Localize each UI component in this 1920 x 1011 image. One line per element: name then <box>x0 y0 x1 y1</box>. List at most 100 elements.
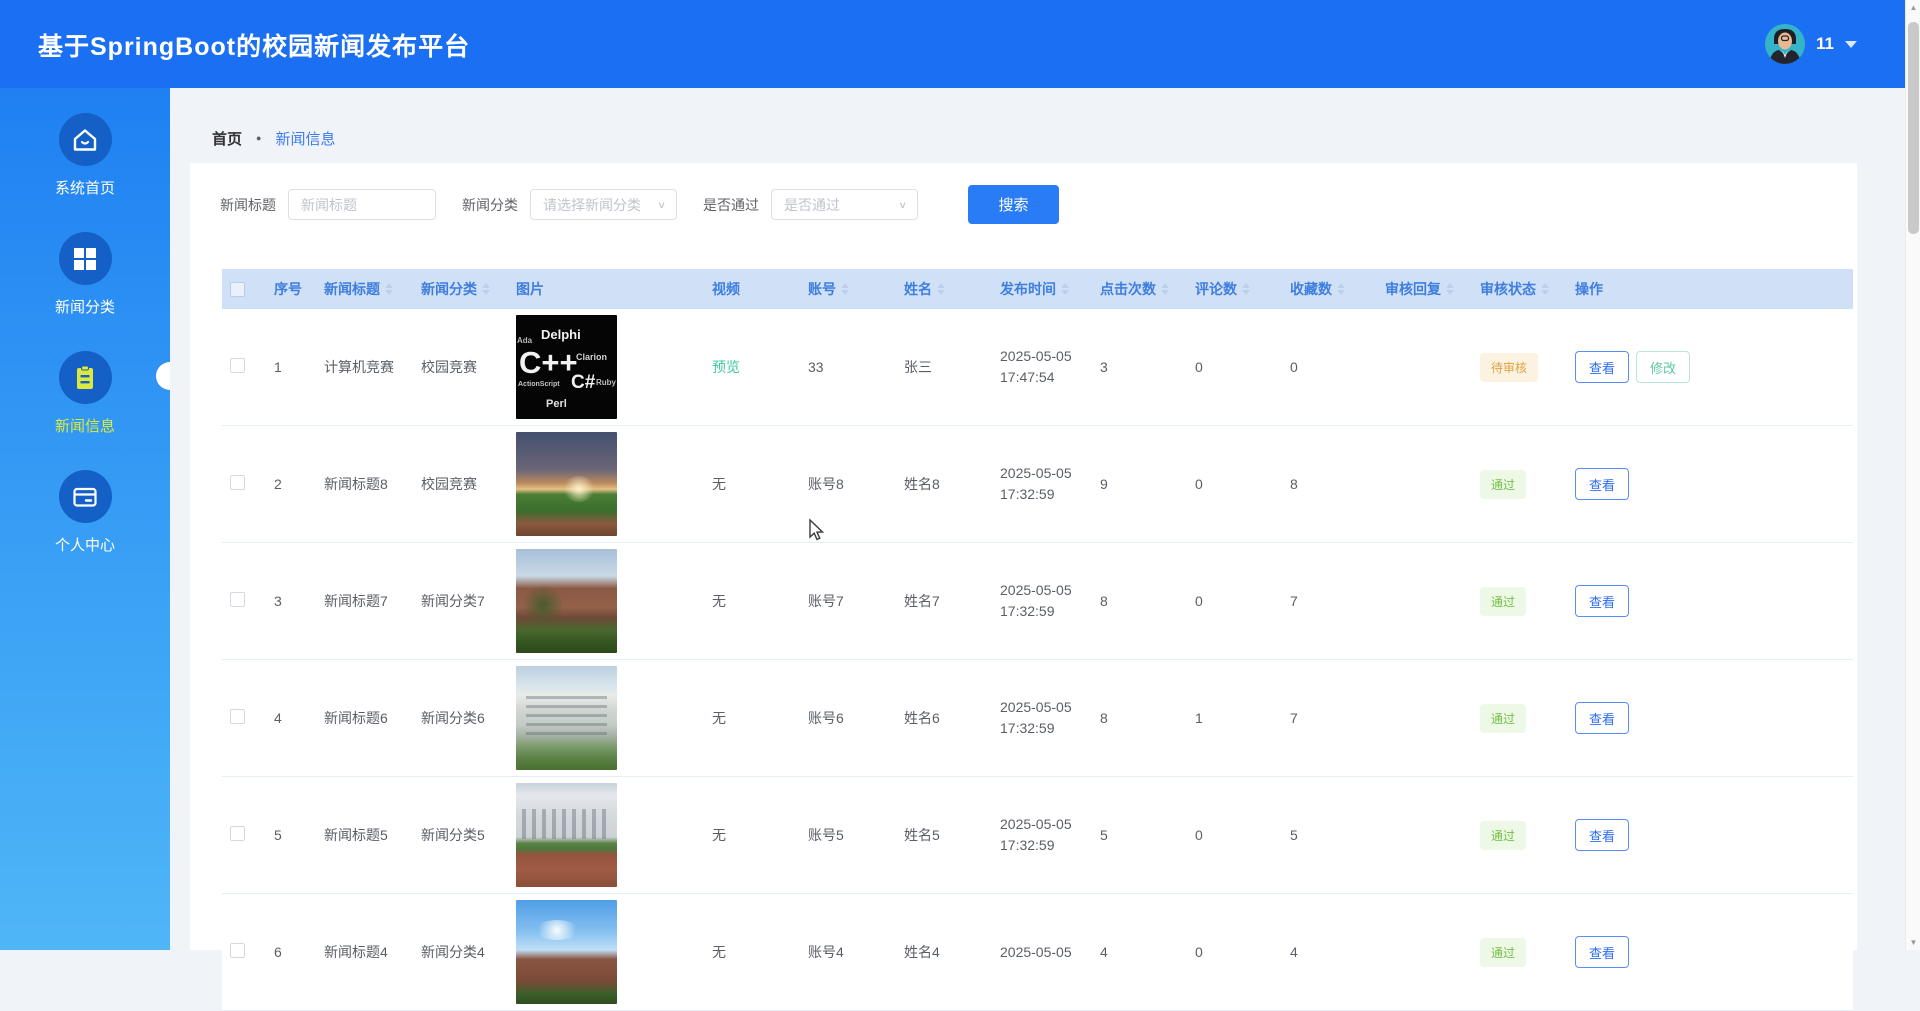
sort-icon[interactable] <box>937 283 945 295</box>
cell-news-category: 新闻分类5 <box>421 827 485 843</box>
user-menu[interactable]: 11 <box>1765 23 1857 65</box>
cell-account: 账号4 <box>808 944 844 960</box>
news-title-input[interactable] <box>288 189 436 220</box>
cell-clicks: 8 <box>1100 593 1108 609</box>
col-header-account[interactable]: 账号 <box>800 279 896 299</box>
avatar[interactable] <box>1765 24 1806 64</box>
sort-icon[interactable] <box>482 283 490 295</box>
news-thumbnail[interactable] <box>516 783 617 887</box>
cell-actions: 查看 <box>1567 585 1853 617</box>
page-title: 基于SpringBoot的校园新闻发布平台 <box>38 33 471 61</box>
view-button[interactable]: 查看 <box>1575 585 1630 617</box>
main-content: 首页 ● 新闻信息 新闻标题 新闻分类 请选择新闻分类 ∨ 是否通过 是否通过 … <box>170 88 1905 1011</box>
app-header: 基于SpringBoot的校园新闻发布平台 11 <box>0 0 1905 88</box>
view-button[interactable]: 查看 <box>1575 351 1630 383</box>
sidebar-item-news-info[interactable]: 新闻信息 <box>0 351 170 436</box>
sort-icon[interactable] <box>1337 283 1345 295</box>
col-header-review_reply[interactable]: 审核回复 <box>1377 279 1472 299</box>
id-card-icon <box>73 487 97 507</box>
scrollbar-thumb[interactable] <box>1908 22 1919 234</box>
cell-favorites: 8 <box>1290 476 1298 492</box>
sort-icon[interactable] <box>1242 283 1250 295</box>
view-button[interactable]: 查看 <box>1575 702 1630 734</box>
sort-icon[interactable] <box>385 283 393 295</box>
wordcloud-word: Ruby <box>596 378 616 387</box>
wordcloud-word: Perl <box>546 398 567 410</box>
news-thumbnail[interactable]: Delphi C++ C# Clarion Ruby Perl ActionScript Ad… <box>516 315 617 419</box>
sidebar-item-news-category[interactable]: 新闻分类 <box>0 232 170 317</box>
row-checkbox-cell <box>222 358 266 376</box>
cell-name: 姓名4 <box>904 944 940 960</box>
view-button[interactable]: 查看 <box>1575 936 1630 968</box>
video-preview-link[interactable]: 预览 <box>712 359 740 375</box>
cell-news-title: 新闻标题4 <box>324 944 388 960</box>
cell-publish-time: 2025-05-05 <box>992 942 1092 963</box>
breadcrumb-current[interactable]: 新闻信息 <box>275 128 335 149</box>
pass-status-select[interactable]: 是否通过 ∨ <box>771 189 918 220</box>
news-thumbnail[interactable] <box>516 666 617 770</box>
news-thumbnail[interactable] <box>516 900 617 1004</box>
cell-name: 姓名6 <box>904 710 940 726</box>
col-header-favorites[interactable]: 收藏数 <box>1282 279 1377 299</box>
publish-date: 2025-05-05 <box>1000 699 1072 715</box>
col-header-publish_time[interactable]: 发布时间 <box>992 279 1092 299</box>
col-header-image: 图片 <box>508 279 704 299</box>
breadcrumb-home[interactable]: 首页 <box>212 128 242 149</box>
sort-icon[interactable] <box>1161 283 1169 295</box>
wordcloud-word: Ada <box>517 336 533 345</box>
sort-icon[interactable] <box>1061 283 1069 295</box>
news-category-placeholder: 请选择新闻分类 <box>543 196 641 213</box>
scrollbar-up-arrow[interactable]: ▲ <box>1906 3 1920 12</box>
sidebar-item-profile[interactable]: 个人中心 <box>0 470 170 555</box>
sort-icon[interactable] <box>1541 283 1549 295</box>
select-all-checkbox[interactable] <box>230 281 245 297</box>
cell-review-status: 通过 <box>1472 469 1567 499</box>
scrollbar[interactable]: ▲ ▼ <box>1905 0 1920 950</box>
cell-publish-time: 2025-05-05 17:32:59 <box>992 697 1092 739</box>
status-badge: 通过 <box>1480 469 1527 499</box>
cell-news-title: 新闻标题5 <box>324 827 388 843</box>
news-category-select[interactable]: 请选择新闻分类 ∨ <box>530 189 677 220</box>
clipboard-icon <box>77 365 93 389</box>
sort-icon[interactable] <box>1446 283 1454 295</box>
row-checkbox[interactable] <box>230 826 245 841</box>
cell-clicks: 4 <box>1100 944 1108 960</box>
row-checkbox[interactable] <box>230 475 245 490</box>
sidebar-item-label: 新闻信息 <box>54 418 115 435</box>
home-icon <box>73 128 97 151</box>
col-header-comments[interactable]: 评论数 <box>1187 279 1282 299</box>
sidebar: 系统首页 新闻分类 新闻信息 个人中心 <box>0 88 170 950</box>
view-button[interactable]: 查看 <box>1575 468 1630 500</box>
sort-icon[interactable] <box>841 283 849 295</box>
cell-actions: 查看 修改 <box>1567 351 1853 383</box>
row-checkbox[interactable] <box>230 592 245 607</box>
cell-image <box>508 549 704 653</box>
publish-date: 2025-05-05 <box>1000 465 1072 481</box>
cell-account: 33 <box>808 359 824 375</box>
cell-index: 6 <box>274 944 282 960</box>
row-checkbox[interactable] <box>230 943 245 958</box>
scrollbar-down-arrow[interactable]: ▼ <box>1906 938 1920 947</box>
sidebar-item-home[interactable]: 系统首页 <box>0 113 170 198</box>
col-header-review_status[interactable]: 审核状态 <box>1472 279 1567 299</box>
cell-image <box>508 900 704 1004</box>
status-badge: 通过 <box>1480 586 1527 616</box>
building-windows <box>522 809 611 839</box>
cell-clicks: 5 <box>1100 827 1108 843</box>
cell-favorites: 5 <box>1290 827 1298 843</box>
search-button[interactable]: 搜索 <box>968 185 1059 224</box>
col-header-name[interactable]: 姓名 <box>896 279 992 299</box>
col-header-label: 视频 <box>712 281 740 297</box>
view-button[interactable]: 查看 <box>1575 819 1630 851</box>
news-thumbnail[interactable] <box>516 549 617 653</box>
col-header-title[interactable]: 新闻标题 <box>316 279 413 299</box>
row-checkbox[interactable] <box>230 709 245 724</box>
building-windows <box>526 696 607 738</box>
news-thumbnail[interactable] <box>516 432 617 536</box>
cell-favorites: 7 <box>1290 710 1298 726</box>
breadcrumb-separator: ● <box>256 133 262 143</box>
row-checkbox[interactable] <box>230 358 245 373</box>
edit-button[interactable]: 修改 <box>1636 351 1691 383</box>
col-header-category[interactable]: 新闻分类 <box>413 279 508 299</box>
col-header-clicks[interactable]: 点击次数 <box>1092 279 1187 299</box>
